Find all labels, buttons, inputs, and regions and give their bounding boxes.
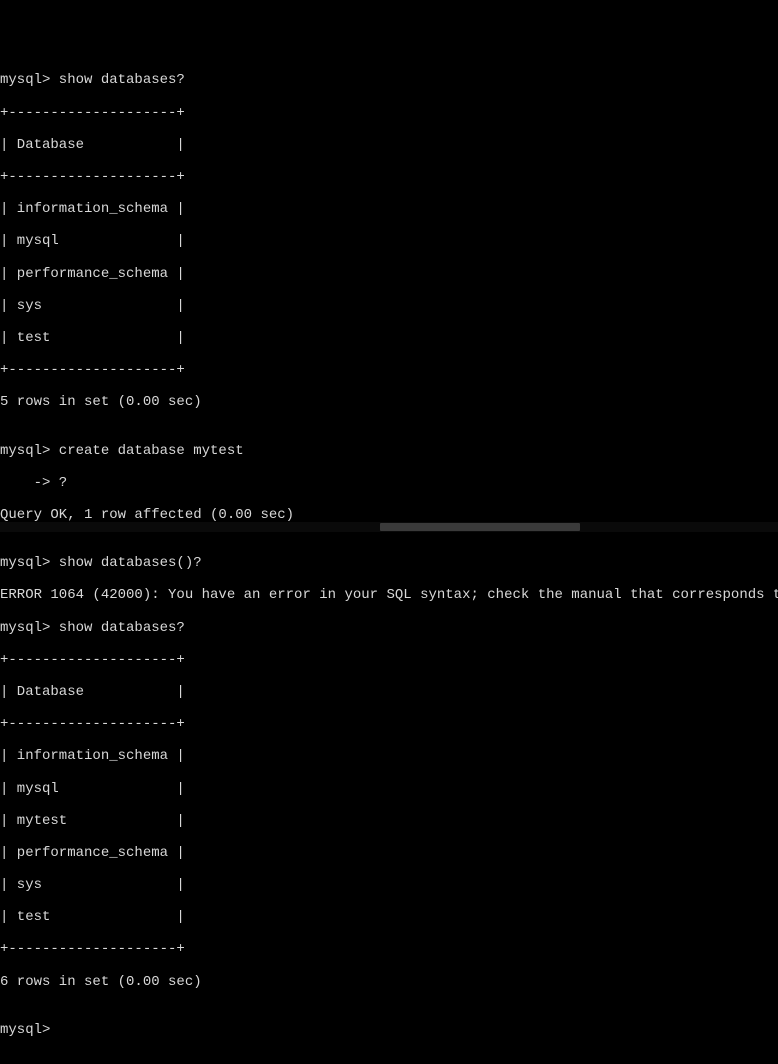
terminal-line: +--------------------+ xyxy=(0,652,778,668)
terminal-line: | performance_schema | xyxy=(0,845,778,861)
terminal-line: | information_schema | xyxy=(0,748,778,764)
terminal-line: mysql> show databases? xyxy=(0,72,778,88)
terminal-line: | mysql | xyxy=(0,781,778,797)
terminal-line: mysql> show databases()? xyxy=(0,555,778,571)
terminal-line: | sys | xyxy=(0,298,778,314)
terminal-line: | mytest | xyxy=(0,813,778,829)
terminal-line: +--------------------+ xyxy=(0,169,778,185)
terminal-line: Query OK, 1 row affected (0.00 sec) xyxy=(0,507,778,523)
terminal-line: +--------------------+ xyxy=(0,362,778,378)
terminal-line: 5 rows in set (0.00 sec) xyxy=(0,394,778,410)
terminal-line: | information_schema | xyxy=(0,201,778,217)
terminal-line: | sys | xyxy=(0,877,778,893)
terminal-line: | test | xyxy=(0,909,778,925)
terminal-line: -> ? xyxy=(0,475,778,491)
terminal-line: mysql> show databases? xyxy=(0,620,778,636)
terminal-line: | performance_schema | xyxy=(0,266,778,282)
terminal-line: | mysql | xyxy=(0,233,778,249)
terminal-prompt[interactable]: mysql> xyxy=(0,1022,778,1038)
terminal-line: +--------------------+ xyxy=(0,941,778,957)
terminal-line: +--------------------+ xyxy=(0,105,778,121)
terminal-line: | test | xyxy=(0,330,778,346)
terminal-line: +--------------------+ xyxy=(0,716,778,732)
terminal-line: | Database | xyxy=(0,684,778,700)
terminal-line: ERROR 1064 (42000): You have an error in… xyxy=(0,587,778,603)
terminal-line: mysql> create database mytest xyxy=(0,443,778,459)
horizontal-scrollbar-track[interactable] xyxy=(0,522,778,532)
horizontal-scrollbar-thumb[interactable] xyxy=(380,523,580,531)
terminal-line: 6 rows in set (0.00 sec) xyxy=(0,974,778,990)
terminal-line: | Database | xyxy=(0,137,778,153)
